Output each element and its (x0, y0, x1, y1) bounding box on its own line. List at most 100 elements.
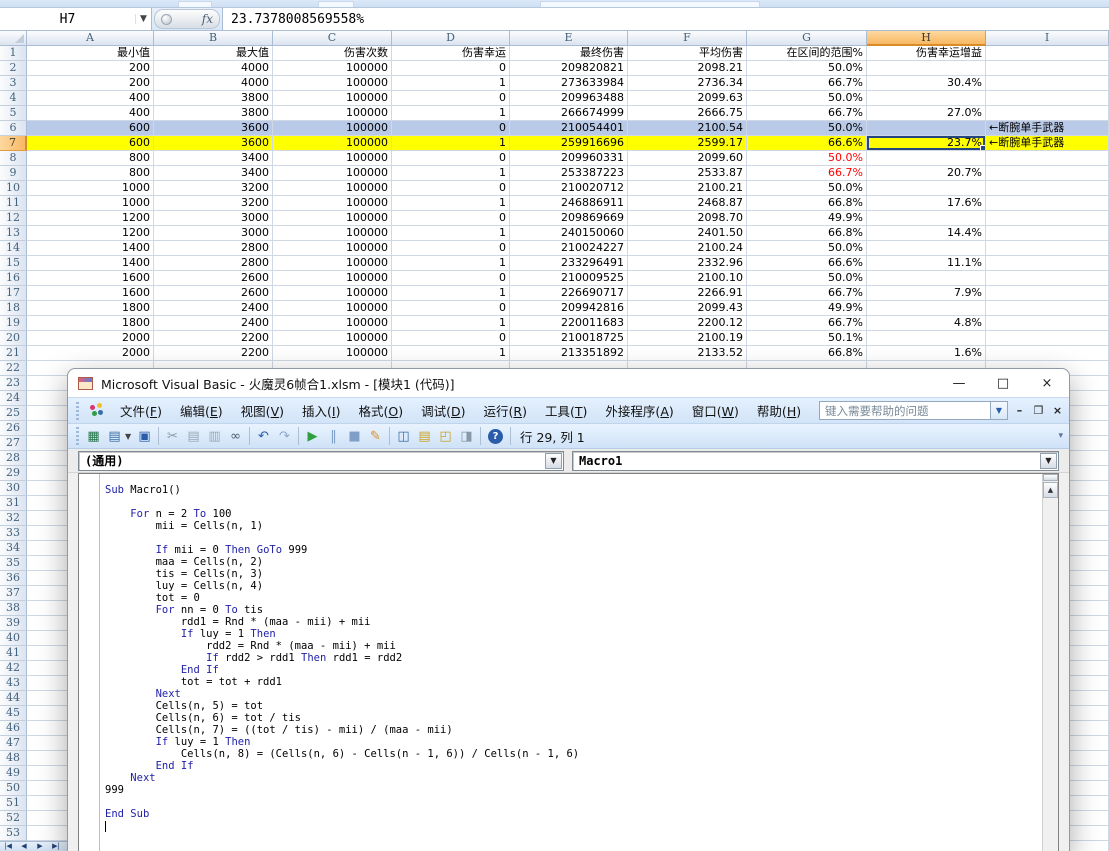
cell-B12[interactable]: 3000 (154, 211, 273, 226)
mdi-restore-button[interactable]: ❐ (1031, 403, 1046, 419)
cell-A8[interactable]: 800 (27, 151, 154, 166)
cell-G19[interactable]: 66.7% (747, 316, 867, 331)
column-header-B[interactable]: B (154, 31, 273, 46)
row-header-47[interactable]: 47 (0, 736, 27, 751)
cell-B9[interactable]: 3400 (154, 166, 273, 181)
paste-icon[interactable]: ▥ (204, 426, 225, 446)
cell-I7[interactable]: ←断腕单手武器 (986, 136, 1109, 151)
cell-B8[interactable]: 3400 (154, 151, 273, 166)
cell-H16[interactable] (867, 271, 986, 286)
row-header-10[interactable]: 10 (0, 181, 27, 196)
cell-E11[interactable]: 246886911 (510, 196, 628, 211)
cell-A4[interactable]: 400 (27, 91, 154, 106)
cell-I15[interactable] (986, 256, 1109, 271)
vba-close-button[interactable]: × (1025, 369, 1069, 397)
cell-D14[interactable]: 0 (392, 241, 510, 256)
row-header-20[interactable]: 20 (0, 331, 27, 346)
cell-I5[interactable] (986, 106, 1109, 121)
cell-C17[interactable]: 100000 (273, 286, 392, 301)
cell-B7[interactable]: 3600 (154, 136, 273, 151)
cell-F6[interactable]: 2100.54 (628, 121, 747, 136)
cell-I10[interactable] (986, 181, 1109, 196)
cell-B13[interactable]: 3000 (154, 226, 273, 241)
cell-F2[interactable]: 2098.21 (628, 61, 747, 76)
cell-I2[interactable] (986, 61, 1109, 76)
name-box[interactable]: H7 ▼ (0, 8, 152, 30)
row-header-2[interactable]: 2 (0, 61, 27, 76)
cell-H9[interactable]: 20.7% (867, 166, 986, 181)
toolbox-icon[interactable]: ◨ (456, 426, 477, 446)
cell-A19[interactable]: 1800 (27, 316, 154, 331)
cell-F1[interactable]: 平均伤害 (628, 46, 747, 61)
cell-D4[interactable]: 0 (392, 91, 510, 106)
cell-D6[interactable]: 0 (392, 121, 510, 136)
cell-D5[interactable]: 1 (392, 106, 510, 121)
mdi-minimize-button[interactable]: – (1012, 403, 1027, 419)
cell-H6[interactable] (867, 121, 986, 136)
cell-F21[interactable]: 2133.52 (628, 346, 747, 361)
row-header-36[interactable]: 36 (0, 571, 27, 586)
cell-H8[interactable] (867, 151, 986, 166)
cell-H15[interactable]: 11.1% (867, 256, 986, 271)
cell-A2[interactable]: 200 (27, 61, 154, 76)
cell-G11[interactable]: 66.8% (747, 196, 867, 211)
row-header-51[interactable]: 51 (0, 796, 27, 811)
cell-F15[interactable]: 2332.96 (628, 256, 747, 271)
cell-E8[interactable]: 209960331 (510, 151, 628, 166)
cell-I17[interactable] (986, 286, 1109, 301)
cell-A1[interactable]: 最小值 (27, 46, 154, 61)
toolbar-drag-handle[interactable] (76, 427, 79, 445)
object-combo[interactable]: (通用) ▼ (78, 451, 564, 471)
cell-D15[interactable]: 1 (392, 256, 510, 271)
properties-icon[interactable]: ▤ (414, 426, 435, 446)
menu-item-8[interactable]: 外接程序(A) (596, 397, 682, 424)
insert-function-button[interactable]: fx (154, 9, 220, 29)
scroll-up-icon[interactable]: ▲ (1043, 482, 1058, 498)
cell-F5[interactable]: 2666.75 (628, 106, 747, 121)
project-explorer-icon[interactable]: ◫ (393, 426, 414, 446)
cell-E1[interactable]: 最终伤害 (510, 46, 628, 61)
cell-D19[interactable]: 1 (392, 316, 510, 331)
procedure-combo[interactable]: Macro1 ▼ (572, 451, 1059, 471)
row-header-6[interactable]: 6 (0, 121, 27, 136)
cell-A3[interactable]: 200 (27, 76, 154, 91)
cell-D20[interactable]: 0 (392, 331, 510, 346)
cell-E21[interactable]: 213351892 (510, 346, 628, 361)
cell-C1[interactable]: 伤害次数 (273, 46, 392, 61)
cell-B4[interactable]: 3800 (154, 91, 273, 106)
row-header-17[interactable]: 17 (0, 286, 27, 301)
cell-D8[interactable]: 0 (392, 151, 510, 166)
code-margin-indicator-bar[interactable] (79, 474, 100, 851)
procedure-combo-dropdown-icon[interactable]: ▼ (1040, 453, 1057, 469)
cell-I14[interactable] (986, 241, 1109, 256)
cell-G20[interactable]: 50.1% (747, 331, 867, 346)
cell-F3[interactable]: 2736.34 (628, 76, 747, 91)
cell-C3[interactable]: 100000 (273, 76, 392, 91)
view-object-icon[interactable]: ▤ (104, 426, 125, 446)
cell-A7[interactable]: 600 (27, 136, 154, 151)
cell-B14[interactable]: 2800 (154, 241, 273, 256)
row-header-30[interactable]: 30 (0, 481, 27, 496)
cell-E17[interactable]: 226690717 (510, 286, 628, 301)
excel-icon[interactable]: ▦ (83, 426, 104, 446)
cell-E14[interactable]: 210024227 (510, 241, 628, 256)
menu-item-4[interactable]: 格式(O) (349, 397, 412, 424)
row-header-12[interactable]: 12 (0, 211, 27, 226)
row-header-4[interactable]: 4 (0, 91, 27, 106)
cell-G3[interactable]: 66.7% (747, 76, 867, 91)
prev-sheet-button[interactable]: ◀ (16, 842, 32, 851)
row-header-13[interactable]: 13 (0, 226, 27, 241)
cell-E19[interactable]: 220011683 (510, 316, 628, 331)
cell-E7[interactable]: 259916696 (510, 136, 628, 151)
cell-C13[interactable]: 100000 (273, 226, 392, 241)
cell-A11[interactable]: 1000 (27, 196, 154, 211)
last-sheet-button[interactable]: ▶| (48, 842, 64, 851)
cell-C10[interactable]: 100000 (273, 181, 392, 196)
row-header-31[interactable]: 31 (0, 496, 27, 511)
column-header-H[interactable]: H (867, 31, 986, 46)
cell-D13[interactable]: 1 (392, 226, 510, 241)
cell-D3[interactable]: 1 (392, 76, 510, 91)
design-mode-icon[interactable]: ✎ (365, 426, 386, 446)
row-header-25[interactable]: 25 (0, 406, 27, 421)
cell-E18[interactable]: 209942816 (510, 301, 628, 316)
